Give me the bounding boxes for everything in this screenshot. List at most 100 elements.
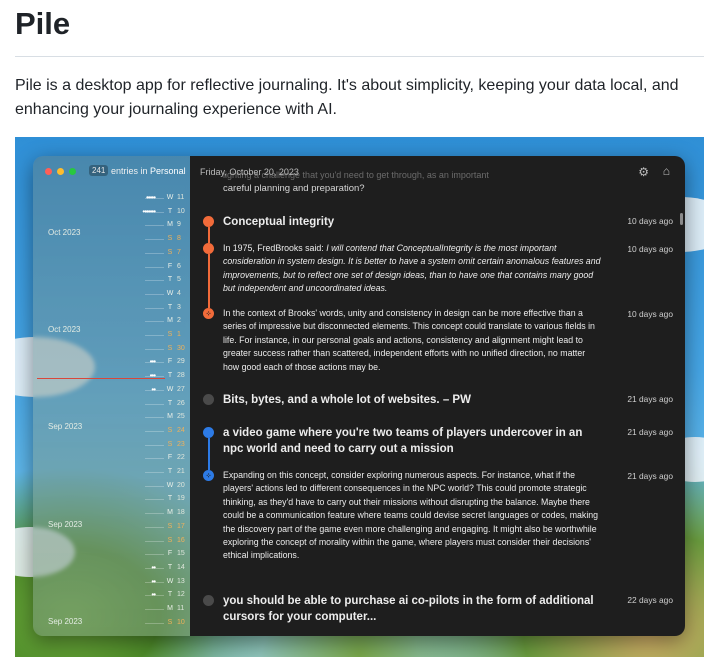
day-number: 1 xyxy=(177,331,181,338)
scrollbar[interactable] xyxy=(680,213,683,225)
title-divider xyxy=(15,56,704,57)
day-number: 11 xyxy=(177,605,185,612)
day-tick xyxy=(145,239,164,241)
entry-dot-icon[interactable] xyxy=(203,595,214,606)
calendar-day[interactable]: •• T 12 xyxy=(33,589,190,601)
close-button[interactable] xyxy=(45,168,52,175)
month-label: Sep 2023 xyxy=(48,617,83,626)
day-number: 23 xyxy=(177,440,185,448)
current-position-marker xyxy=(37,378,165,379)
day-number: 9 xyxy=(177,221,181,229)
entry-timestamp: 21 days ago xyxy=(627,394,673,404)
journal-label[interactable]: entries in Personal xyxy=(111,166,186,176)
sidebar: 241 entries in Personal ••••• W 11 ••••••• T… xyxy=(33,156,190,636)
weekday-letter: S xyxy=(167,248,173,256)
calendar-day[interactable]: ••••••• T 10 xyxy=(33,206,190,218)
calendar-day[interactable]: S 23 xyxy=(33,439,190,451)
day-number: 17 xyxy=(177,522,185,530)
ai-reflection-text[interactable]: In the context of Brooks' words, unity a… xyxy=(223,307,603,374)
month-label: Oct 2023 xyxy=(48,228,81,237)
weekday-letter: M xyxy=(167,317,173,325)
calendar-day[interactable]: M 11 xyxy=(33,603,190,615)
calendar-day[interactable]: •• T 14 xyxy=(33,562,190,574)
day-number: 28 xyxy=(177,372,185,380)
day-number: 3 xyxy=(177,303,181,311)
calendar-day[interactable]: W4 xyxy=(33,288,190,300)
minimize-button[interactable] xyxy=(57,168,64,175)
day-number: 21 xyxy=(177,468,185,475)
day-number: 18 xyxy=(177,509,185,517)
day-tick xyxy=(145,348,164,350)
day-tick xyxy=(145,225,164,227)
calendar-day[interactable]: W 20 xyxy=(33,480,190,492)
weekday-letter: W xyxy=(166,481,174,489)
weekday-letter: W xyxy=(166,289,174,297)
app-window: 241 entries in Personal ••••• W 11 ••••••• T… xyxy=(33,156,685,636)
day-tick xyxy=(145,293,164,295)
calendar-day[interactable]: T5 xyxy=(33,274,190,286)
day-tick xyxy=(145,321,164,323)
entry-dot-icon[interactable] xyxy=(203,243,214,254)
calendar-day[interactable]: ••••• W 11 xyxy=(33,192,190,204)
day-tick xyxy=(145,266,164,268)
weekday-letter: T xyxy=(167,468,173,475)
calendar-day[interactable]: T 21 xyxy=(33,466,190,478)
journal-entry-text[interactable]: Conceptual integrity xyxy=(223,214,603,230)
journal-entry-text[interactable]: you should be able to purchase ai co-pil… xyxy=(223,593,603,625)
day-number: 26 xyxy=(177,399,185,407)
calendar-day[interactable]: ••• F 29 xyxy=(33,356,190,368)
day-tick xyxy=(145,526,164,528)
journal-entry-text[interactable]: a video game where you're two teams of p… xyxy=(223,425,603,457)
calendar-day[interactable]: F 22 xyxy=(33,452,190,464)
calendar-day[interactable]: T 26 xyxy=(33,398,190,410)
day-number: 25 xyxy=(177,413,185,421)
entry-timestamp: 22 days ago xyxy=(627,595,673,605)
entry-dot-icon[interactable] xyxy=(203,394,214,405)
weekday-letter: T xyxy=(167,495,173,503)
calendar-day[interactable]: S 16 xyxy=(33,535,190,547)
intro-paragraph: Pile is a desktop app for reflective jou… xyxy=(15,77,679,118)
zoom-button[interactable] xyxy=(69,168,76,175)
journal-entry-text[interactable]: Bits, bytes, and a whole lot of websites… xyxy=(223,392,603,408)
calendar-day[interactable]: •• W 27 xyxy=(33,384,190,396)
calendar-day[interactable]: •• W 13 xyxy=(33,576,190,588)
entry-dots: •• xyxy=(151,576,156,586)
ai-reflection-icon[interactable]: ⁘ xyxy=(203,308,214,319)
day-tick xyxy=(145,540,164,542)
calendar-day[interactable]: T3 xyxy=(33,302,190,314)
calendar-day[interactable]: F 15 xyxy=(33,548,190,560)
day-tick xyxy=(145,499,164,501)
weekday-letter: S xyxy=(167,235,173,243)
weekday-letter: M xyxy=(167,509,173,517)
weekday-letter: W xyxy=(166,385,174,393)
ai-reflection-text[interactable]: Expanding on this concept, consider expl… xyxy=(223,469,603,563)
entry-dot-icon[interactable] xyxy=(203,427,214,438)
calendar-day[interactable]: T 19 xyxy=(33,493,190,505)
calendar-day[interactable]: F6 xyxy=(33,261,190,273)
calendar-day[interactable]: S 30 xyxy=(33,343,190,355)
ai-reflection-icon[interactable]: ⁘ xyxy=(203,470,214,481)
entry-dots: •• xyxy=(151,384,156,394)
weekday-letter: S xyxy=(167,331,173,338)
entry-count-badge: 241 xyxy=(89,165,109,176)
weekday-letter: S xyxy=(167,618,173,626)
journal-entry-text[interactable]: In 1975, FredBrooks said: I will contend… xyxy=(223,242,603,296)
entry-dots: ••••••• xyxy=(142,206,156,216)
gear-icon[interactable]: ⚙ xyxy=(638,165,649,179)
weekday-letter: S xyxy=(167,344,173,352)
calendar-day[interactable]: M 18 xyxy=(33,507,190,519)
calendar-day[interactable]: S7 xyxy=(33,247,190,259)
weekday-letter: S xyxy=(167,440,173,448)
journal-main: lighting a challenge that you'd need to … xyxy=(190,156,685,636)
weekday-letter: T xyxy=(167,399,173,407)
entry-timestamp: 10 days ago xyxy=(627,244,673,254)
day-tick xyxy=(145,280,164,282)
day-tick xyxy=(145,458,164,460)
home-icon[interactable]: ⌂ xyxy=(663,164,670,178)
entry-dot-icon[interactable] xyxy=(203,216,214,227)
day-tick xyxy=(145,417,164,419)
calendar-day[interactable]: ••• T 28 xyxy=(33,370,190,382)
day-tick xyxy=(145,485,164,487)
day-number: 15 xyxy=(177,550,185,558)
weekday-letter: T xyxy=(167,591,173,599)
